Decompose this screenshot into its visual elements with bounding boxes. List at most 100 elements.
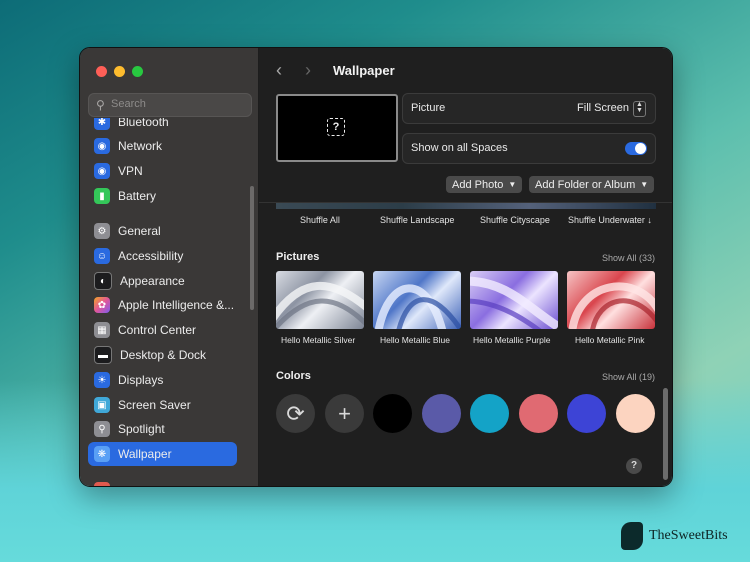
sidebar-item-accessibility[interactable]: ☺ Accessibility bbox=[88, 244, 237, 268]
watermark: TheSweetBits bbox=[621, 522, 728, 550]
control-center-icon: ▦ bbox=[94, 322, 110, 338]
sidebar-item-partial[interactable] bbox=[88, 478, 237, 486]
wallpaper-thumb-silver[interactable] bbox=[276, 271, 364, 329]
thumb-caption-purple: Hello Metallic Purple bbox=[473, 335, 551, 345]
forward-chevron-icon[interactable]: › bbox=[305, 60, 311, 81]
purple-swirl bbox=[470, 276, 558, 329]
back-chevron-icon[interactable]: ‹ bbox=[276, 60, 282, 81]
sidebar-item-vpn[interactable]: ◉ VPN bbox=[88, 159, 237, 183]
add-photo-label: Add Photo bbox=[452, 178, 504, 191]
plus-icon: + bbox=[338, 400, 351, 426]
color-swatch[interactable] bbox=[422, 394, 461, 433]
gear-icon: ⚙ bbox=[94, 223, 110, 239]
magnifier-icon: ⚲ bbox=[94, 421, 110, 437]
picture-fit-select[interactable]: Picture Fill Screen ▲ ▼ bbox=[402, 93, 656, 124]
app-icon bbox=[94, 482, 110, 486]
wallpaper-preview: ? bbox=[276, 94, 398, 162]
wallpaper-thumb-purple[interactable] bbox=[470, 271, 558, 329]
sidebar-item-control-center[interactable]: ▦ Control Center bbox=[88, 318, 237, 342]
sidebar-item-label: Battery bbox=[118, 189, 157, 203]
globe-icon: ◉ bbox=[94, 138, 110, 154]
color-swatch[interactable] bbox=[470, 394, 509, 433]
shuffle-cityscape-caption[interactable]: Shuffle Cityscape bbox=[480, 215, 550, 225]
pictures-heading: Pictures bbox=[276, 251, 320, 263]
main-pane: ‹ › Wallpaper ? Picture Fill Screen ▲ ▼ S… bbox=[259, 48, 672, 486]
color-swatch[interactable] bbox=[567, 394, 606, 433]
minimize-button[interactable] bbox=[114, 66, 125, 77]
sidebar-item-label: General bbox=[118, 224, 161, 238]
dock-icon: ▬ bbox=[94, 346, 112, 364]
appearance-icon: ◐ bbox=[94, 272, 112, 290]
sun-icon: ☀ bbox=[94, 372, 110, 388]
sidebar-item-apple-intelligence[interactable]: ✿ Apple Intelligence &... bbox=[88, 293, 237, 317]
sidebar-item-general[interactable]: ⚙ General bbox=[88, 219, 237, 243]
question-mark-icon: ? bbox=[327, 118, 345, 136]
search-placeholder: Search bbox=[111, 98, 146, 110]
stepper-chevron-icon: ▲ ▼ bbox=[633, 101, 646, 117]
search-field[interactable]: ⚲ Search bbox=[88, 93, 252, 117]
add-photo-button[interactable]: Add Photo ▼ bbox=[446, 176, 523, 193]
sidebar-item-label: Screen Saver bbox=[118, 398, 191, 412]
sidebar-item-wallpaper[interactable]: ❋ Wallpaper bbox=[88, 442, 237, 466]
sidebar-item-label: Wallpaper bbox=[118, 447, 172, 461]
picture-label: Picture bbox=[411, 102, 446, 114]
pink-swirl bbox=[568, 282, 655, 329]
help-button[interactable]: ? bbox=[626, 458, 642, 474]
color-swatch[interactable] bbox=[519, 394, 558, 433]
brand-logo-icon bbox=[621, 522, 643, 550]
wallpaper-icon: ❋ bbox=[94, 446, 110, 462]
main-scrollbar[interactable] bbox=[663, 388, 668, 480]
silver-swirl bbox=[276, 282, 364, 329]
sidebar-item-appearance[interactable]: ◐ Appearance bbox=[88, 269, 237, 293]
sidebar-list: ✱ Bluetooth ◉ Network ◉ VPN ▮ Battery ⚙ … bbox=[80, 118, 258, 486]
add-color-button[interactable]: + bbox=[325, 394, 364, 433]
show-all-spaces-row: Show on all Spaces bbox=[402, 133, 656, 164]
shuffle-underwater-caption[interactable]: Shuffle Underwater ↓ bbox=[568, 215, 652, 225]
battery-icon: ▮ bbox=[94, 188, 110, 204]
wallpaper-thumb-pink[interactable] bbox=[567, 271, 655, 329]
sidebar-item-battery[interactable]: ▮ Battery bbox=[88, 184, 237, 208]
add-folder-button[interactable]: Add Folder or Album ▼ bbox=[529, 176, 655, 193]
apple-intelligence-icon: ✿ bbox=[94, 297, 110, 313]
sidebar-item-bluetooth[interactable]: ✱ Bluetooth bbox=[88, 118, 237, 134]
colors-heading: Colors bbox=[276, 370, 311, 382]
sidebar-item-displays[interactable]: ☀ Displays bbox=[88, 368, 237, 392]
sidebar-item-label: VPN bbox=[118, 164, 143, 178]
pictures-show-all[interactable]: Show All (33) bbox=[602, 253, 655, 263]
sidebar-item-screen-saver[interactable]: ▣ Screen Saver bbox=[88, 393, 237, 417]
zoom-button[interactable] bbox=[132, 66, 143, 77]
color-swatch[interactable] bbox=[616, 394, 655, 433]
settings-window: ⚲ Search ✱ Bluetooth ◉ Network ◉ VPN ▮ B… bbox=[79, 47, 673, 487]
refresh-icon: ⟳ bbox=[286, 400, 305, 426]
show-all-spaces-toggle[interactable] bbox=[625, 142, 647, 155]
shuffle-all-caption[interactable]: Shuffle All bbox=[300, 215, 340, 225]
sidebar-item-label: Apple Intelligence &... bbox=[118, 298, 235, 312]
sidebar-item-label: Appearance bbox=[120, 274, 185, 288]
brand-name: TheSweetBits bbox=[649, 528, 728, 543]
add-folder-label: Add Folder or Album bbox=[535, 178, 636, 191]
chevron-down-icon: ▼ bbox=[508, 180, 517, 189]
close-button[interactable] bbox=[96, 66, 107, 77]
sidebar-item-label: Displays bbox=[118, 373, 164, 387]
chevron-down-icon: ▼ bbox=[640, 180, 649, 189]
dynamic-color-button[interactable]: ⟳ bbox=[276, 394, 315, 433]
page-title: Wallpaper bbox=[333, 63, 395, 78]
fill-mode-value: Fill Screen bbox=[577, 102, 629, 114]
globe-icon: ◉ bbox=[94, 163, 110, 179]
bluetooth-icon: ✱ bbox=[94, 118, 110, 130]
color-swatch[interactable] bbox=[373, 394, 412, 433]
colors-show-all[interactable]: Show All (19) bbox=[602, 372, 655, 382]
sidebar-item-spotlight[interactable]: ⚲ Spotlight bbox=[88, 417, 237, 441]
sidebar-item-desktop-dock[interactable]: ▬ Desktop & Dock bbox=[88, 343, 237, 367]
sidebar-item-label: Bluetooth bbox=[118, 118, 169, 129]
sidebar-item-network[interactable]: ◉ Network bbox=[88, 134, 237, 158]
sidebar-item-label: Accessibility bbox=[118, 249, 184, 263]
wallpaper-thumb-blue[interactable] bbox=[373, 271, 461, 329]
accessibility-icon: ☺ bbox=[94, 248, 110, 264]
shuffle-thumbnails-strip bbox=[276, 203, 656, 209]
sidebar: ⚲ Search ✱ Bluetooth ◉ Network ◉ VPN ▮ B… bbox=[80, 48, 259, 486]
sidebar-scrollbar[interactable] bbox=[250, 186, 254, 310]
sidebar-item-label: Control Center bbox=[118, 323, 197, 337]
show-all-spaces-label: Show on all Spaces bbox=[411, 142, 508, 154]
shuffle-landscape-caption[interactable]: Shuffle Landscape bbox=[380, 215, 454, 225]
